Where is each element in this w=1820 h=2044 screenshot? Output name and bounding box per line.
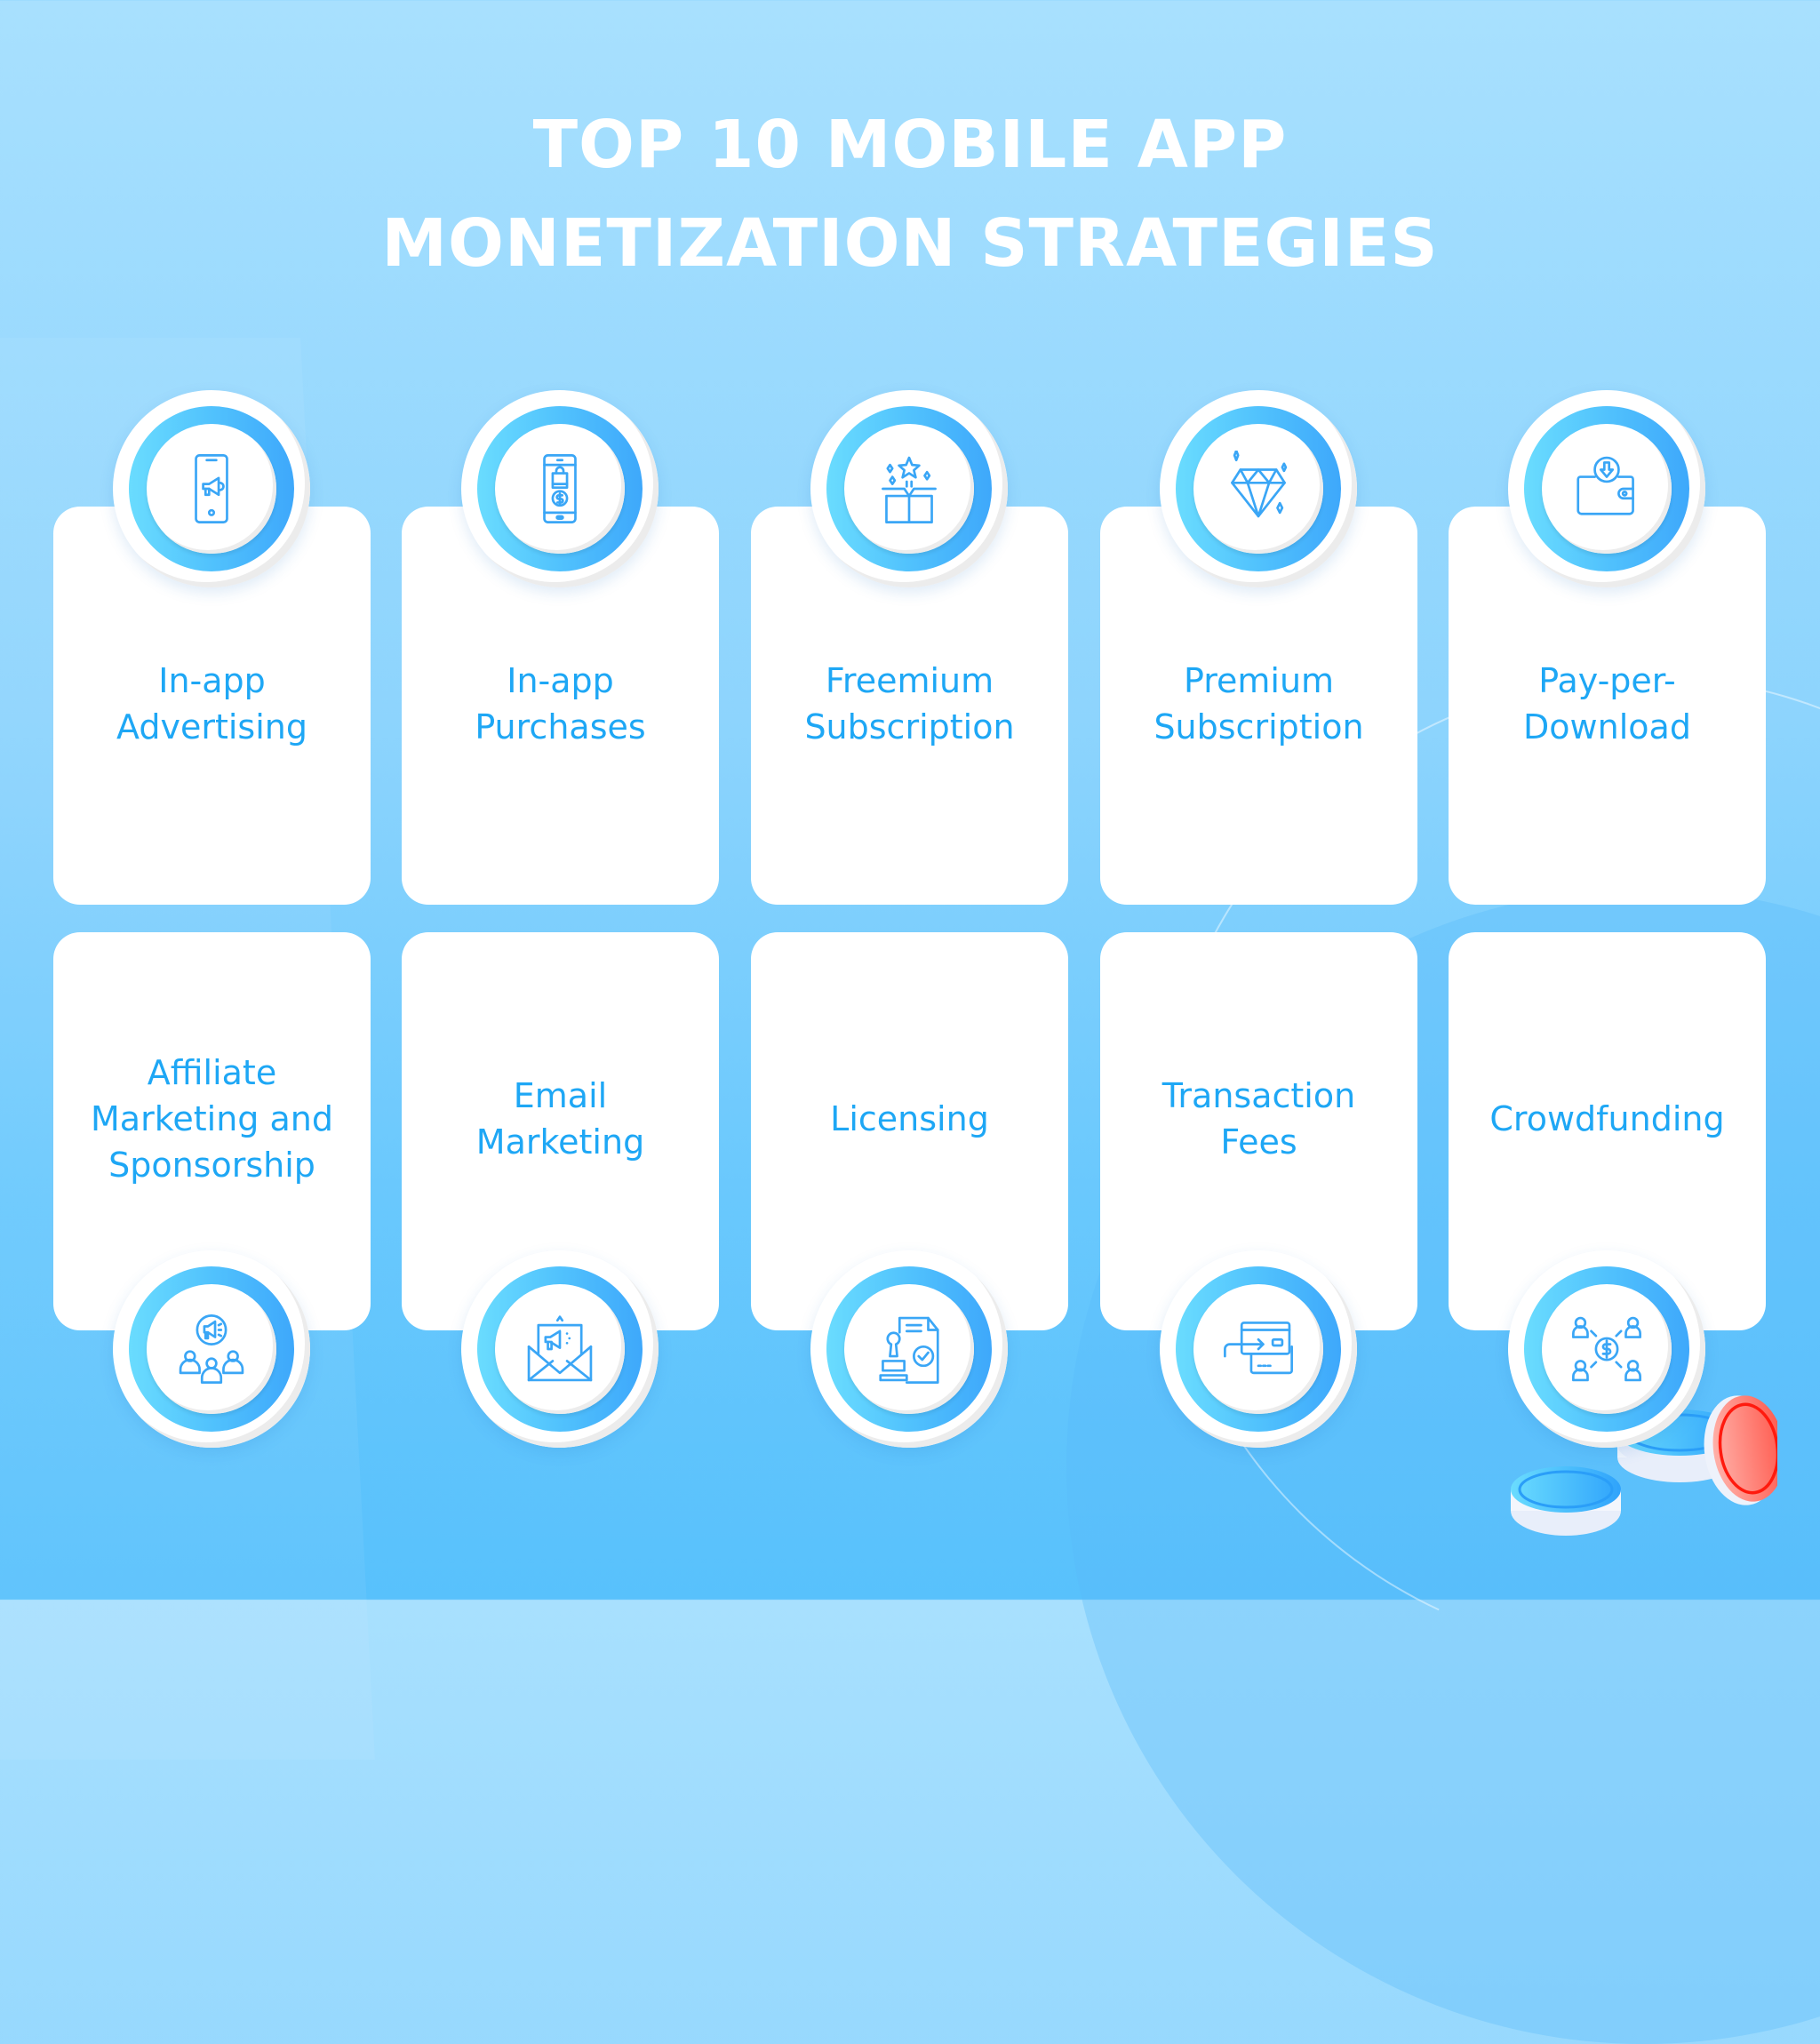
- strategy-label: Licensing: [830, 1099, 989, 1138]
- envelope-megaphone-icon: [527, 1315, 593, 1382]
- strategy-label: Freemium Subscription: [804, 661, 1015, 747]
- badge-pay-per-download: [1508, 390, 1705, 587]
- strategy-label: In-app Advertising: [116, 661, 307, 747]
- page-title: TOP 10 MOBILE APP MONETIZATION STRATEGIE…: [0, 96, 1820, 293]
- strategy-label: Premium Subscription: [1153, 661, 1364, 747]
- title-line-1: TOP 10 MOBILE APP: [532, 107, 1288, 183]
- strategy-label: Crowdfunding: [1489, 1099, 1725, 1138]
- badge-affiliate-marketing: [113, 1250, 310, 1448]
- gift-box-star-icon: [882, 456, 937, 523]
- badge-transaction-fees: [1160, 1250, 1357, 1448]
- coin-flat: [1511, 1466, 1621, 1536]
- stamp-document-icon: [879, 1316, 939, 1384]
- phone-shopping-dollar-icon: [543, 454, 577, 523]
- badge-premium-subscription: [1160, 390, 1357, 587]
- strategy-label: Email Marketing: [475, 1076, 645, 1162]
- wallet-download-icon: [1577, 456, 1634, 515]
- strategy-label: Transaction Fees: [1161, 1076, 1356, 1162]
- strategy-label: Pay-per-Download: [1523, 661, 1691, 747]
- phone-megaphone-icon: [195, 454, 228, 523]
- audience-megaphone-icon: [179, 1314, 244, 1384]
- badge-in-app-purchases: [461, 390, 659, 587]
- coin-red: [1704, 1395, 1777, 1505]
- strategy-label: Affiliate Marketing and Sponsorship: [91, 1053, 333, 1185]
- people-dollar-icon: [1572, 1316, 1641, 1382]
- badge-licensing: [810, 1250, 1008, 1448]
- diamond-icon: [1231, 451, 1288, 518]
- badge-crowdfunding: [1508, 1250, 1705, 1448]
- badge-freemium-subscription: [810, 390, 1008, 587]
- title-line-2: MONETIZATION STRATEGIES: [381, 205, 1439, 282]
- badge-in-app-advertising: [113, 390, 310, 587]
- badge-email-marketing: [461, 1250, 659, 1448]
- card-transfer-icon: [1224, 1321, 1293, 1375]
- strategy-label: In-app Purchases: [475, 661, 646, 747]
